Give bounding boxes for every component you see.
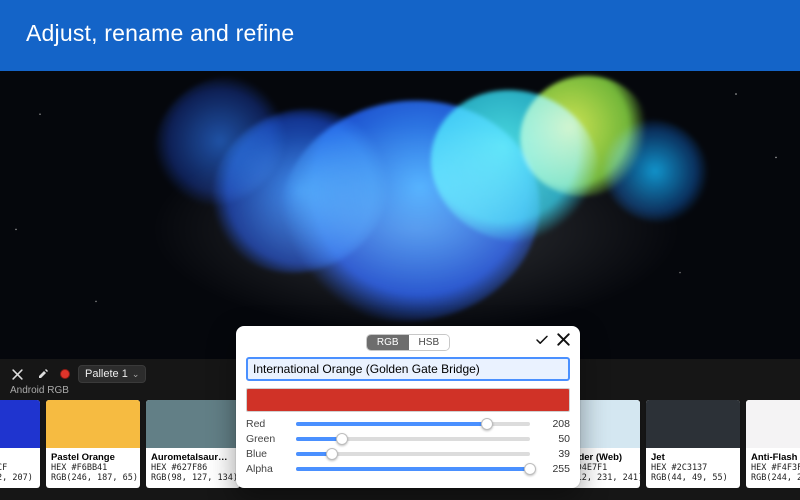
slider-row-alpha: Alpha 255 <box>246 463 570 475</box>
green-slider[interactable] <box>296 437 530 441</box>
swatch-card[interactable]: Anti-Flash WhiteHEX #F4F3F4RGB(244, 243,… <box>746 400 800 488</box>
swatch-hex: HEX #1F34CF <box>0 463 35 473</box>
swatch-card[interactable]: …an BlueHEX #1F34CFRGB(31, 52, 207) <box>0 400 40 488</box>
swatch-card[interactable]: Pastel OrangeHEX #F6BB41RGB(246, 187, 65… <box>46 400 140 488</box>
slider-row-blue: Blue 39 <box>246 448 570 460</box>
slider-row-green: Green 50 <box>246 433 570 445</box>
mode-hsb[interactable]: HSB <box>409 335 450 350</box>
slider-thumb[interactable] <box>481 418 493 430</box>
slider-label: Green <box>246 433 290 445</box>
slider-label: Alpha <box>246 463 290 475</box>
swatch-chip <box>0 400 40 448</box>
hero-image <box>0 71 800 359</box>
palette-strip: Pallete 1 ⌄ Android RGB …an BlueHEX #1F3… <box>0 359 800 500</box>
swatch-rgb: RGB(44, 49, 55) <box>651 473 735 483</box>
swatch-chip <box>646 400 740 448</box>
page-title-banner: Adjust, rename and refine <box>0 0 800 71</box>
slider-value: 208 <box>536 418 570 430</box>
alpha-slider[interactable] <box>296 467 530 471</box>
blue-slider[interactable] <box>296 452 530 456</box>
slider-thumb[interactable] <box>524 463 536 475</box>
slider-thumb[interactable] <box>326 448 338 460</box>
chevron-down-icon: ⌄ <box>132 369 140 380</box>
swatch-hex: HEX #627F86 <box>151 463 235 473</box>
palette-name: Pallete 1 <box>85 368 128 380</box>
slider-row-red: Red 208 <box>246 418 570 430</box>
swatch-name: …an Blue <box>0 452 35 463</box>
close-button[interactable] <box>557 333 570 350</box>
swatch-meta: …an BlueHEX #1F34CFRGB(31, 52, 207) <box>0 448 40 488</box>
confirm-button[interactable] <box>535 333 549 350</box>
swatch-rgb: RGB(31, 52, 207) <box>0 473 35 483</box>
slider-label: Blue <box>246 448 290 460</box>
swatch-name: Jet <box>651 452 735 463</box>
swatch-meta: Pastel OrangeHEX #F6BB41RGB(246, 187, 65… <box>46 448 140 488</box>
close-icon[interactable] <box>8 365 26 383</box>
mode-rgb[interactable]: RGB <box>367 335 409 350</box>
color-name-input[interactable] <box>246 357 570 381</box>
palette-dropdown[interactable]: Pallete 1 ⌄ <box>78 365 146 383</box>
color-mode-segmented[interactable]: RGB HSB <box>366 334 450 351</box>
slider-value: 50 <box>536 433 570 445</box>
current-color-dot <box>60 369 70 379</box>
color-editor-popup: RGB HSB Red 208 Green 50 Blue 39 Alpha 255 <box>236 326 580 488</box>
eyedropper-icon[interactable] <box>34 365 52 383</box>
swatch-hex: HEX #F6BB41 <box>51 463 135 473</box>
swatch-rgb: RGB(98, 127, 134) <box>151 473 235 483</box>
swatch-name: Aurometalsaur… <box>151 452 235 463</box>
slider-value: 255 <box>536 463 570 475</box>
swatch-meta: Aurometalsaur…HEX #627F86RGB(98, 127, 13… <box>146 448 240 488</box>
swatch-chip <box>146 400 240 448</box>
swatch-rgb: RGB(246, 187, 65) <box>51 473 135 483</box>
swatch-hex: HEX #F4F3F4 <box>751 463 800 473</box>
swatch-card[interactable]: JetHEX #2C3137RGB(44, 49, 55) <box>646 400 740 488</box>
slider-thumb[interactable] <box>336 433 348 445</box>
color-preview <box>246 388 570 412</box>
swatch-rgb: RGB(244, 243, 244) <box>751 473 800 483</box>
slider-label: Red <box>246 418 290 430</box>
swatch-name: Pastel Orange <box>51 452 135 463</box>
slider-value: 39 <box>536 448 570 460</box>
swatch-meta: JetHEX #2C3137RGB(44, 49, 55) <box>646 448 740 488</box>
swatch-chip <box>746 400 800 448</box>
swatch-meta: Anti-Flash WhiteHEX #F4F3F4RGB(244, 243,… <box>746 448 800 488</box>
swatch-chip <box>46 400 140 448</box>
swatch-name: Anti-Flash White <box>751 452 800 463</box>
page-title: Adjust, rename and refine <box>26 20 294 46</box>
red-slider[interactable] <box>296 422 530 426</box>
swatch-card[interactable]: Aurometalsaur…HEX #627F86RGB(98, 127, 13… <box>146 400 240 488</box>
swatch-hex: HEX #2C3137 <box>651 463 735 473</box>
